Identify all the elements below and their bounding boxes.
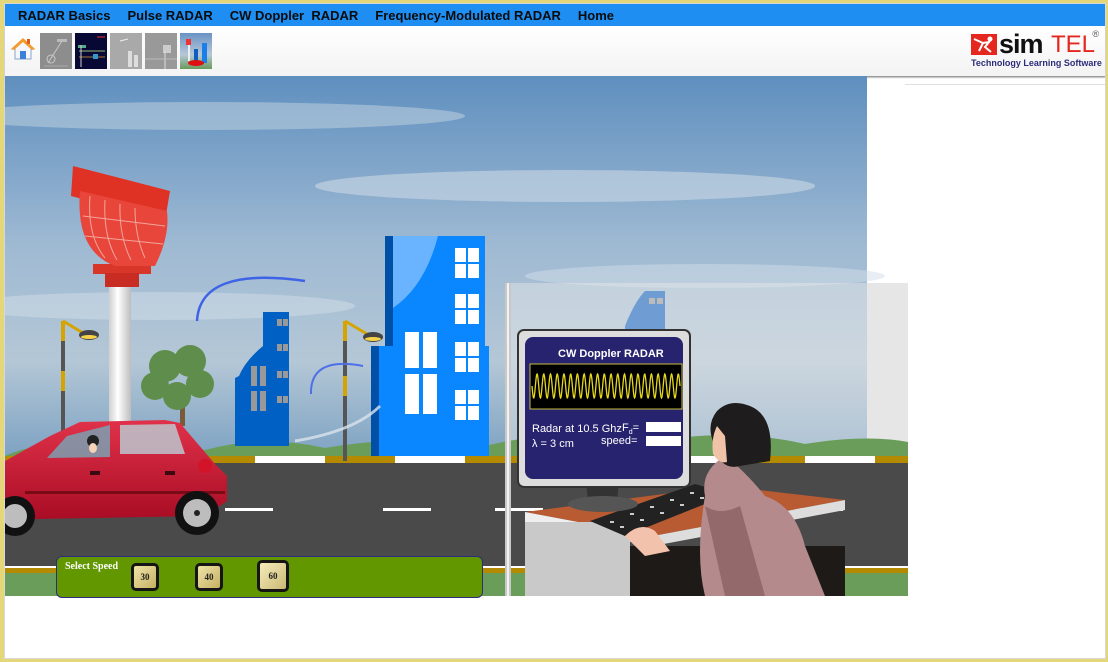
app-window: RADAR Basics Pulse RADAR CW Doppler RADA… xyxy=(4,3,1106,659)
menu-cw-doppler-radar[interactable]: CW Doppler RADAR xyxy=(222,8,367,23)
menu-bar: RADAR Basics Pulse RADAR CW Doppler RADA… xyxy=(5,4,1105,26)
fd-label-text: F xyxy=(622,422,629,434)
menu-pulse-radar[interactable]: Pulse RADAR xyxy=(119,8,220,23)
speed-60-button[interactable]: 60 xyxy=(257,560,289,592)
logo-brand-sim: sim xyxy=(999,29,1044,59)
logo-figure-icon xyxy=(971,34,997,55)
fd-equals: = xyxy=(632,422,640,434)
pulse-radar-thumbnail[interactable] xyxy=(75,33,107,69)
select-speed-label: Select Speed xyxy=(65,561,119,572)
simtel-logo: sim TEL ® Technology Learning Software xyxy=(971,29,1102,71)
speed-30-button[interactable]: 30 xyxy=(131,563,159,591)
speed-label: speed= xyxy=(601,435,638,447)
speed-value-field xyxy=(646,436,681,446)
divider xyxy=(905,84,1105,85)
logo-registered-mark: ® xyxy=(1092,29,1099,39)
monitor-title: CW Doppler RADAR xyxy=(558,348,664,360)
radar-antenna-thumbnail[interactable] xyxy=(145,33,177,69)
fd-value-field xyxy=(646,422,681,432)
frequency-label: Radar at 10.5 Ghz xyxy=(532,423,622,435)
toolbar: sim TEL ® Technology Learning Software xyxy=(5,26,1105,77)
building-tall xyxy=(371,236,489,456)
home-icon xyxy=(10,38,36,60)
radar-basics-thumbnail[interactable] xyxy=(40,33,72,69)
menu-home[interactable]: Home xyxy=(570,8,622,23)
home-button[interactable] xyxy=(10,36,36,62)
simulation-scene xyxy=(5,76,908,596)
wavelength-label: λ = 3 cm xyxy=(532,438,574,450)
menu-fm-radar[interactable]: Frequency-Modulated RADAR xyxy=(367,8,569,23)
speed-40-button[interactable]: 40 xyxy=(195,563,223,591)
menu-radar-basics[interactable]: RADAR Basics xyxy=(10,8,118,23)
radar-scene-thumbnail[interactable] xyxy=(110,33,142,69)
logo-tagline: Technology Learning Software xyxy=(971,58,1102,68)
cw-doppler-thumbnail[interactable] xyxy=(180,33,212,69)
logo-brand-tel: TEL xyxy=(1051,31,1096,58)
speed-selector-panel: Select Speed 30 40 60 xyxy=(56,556,483,598)
